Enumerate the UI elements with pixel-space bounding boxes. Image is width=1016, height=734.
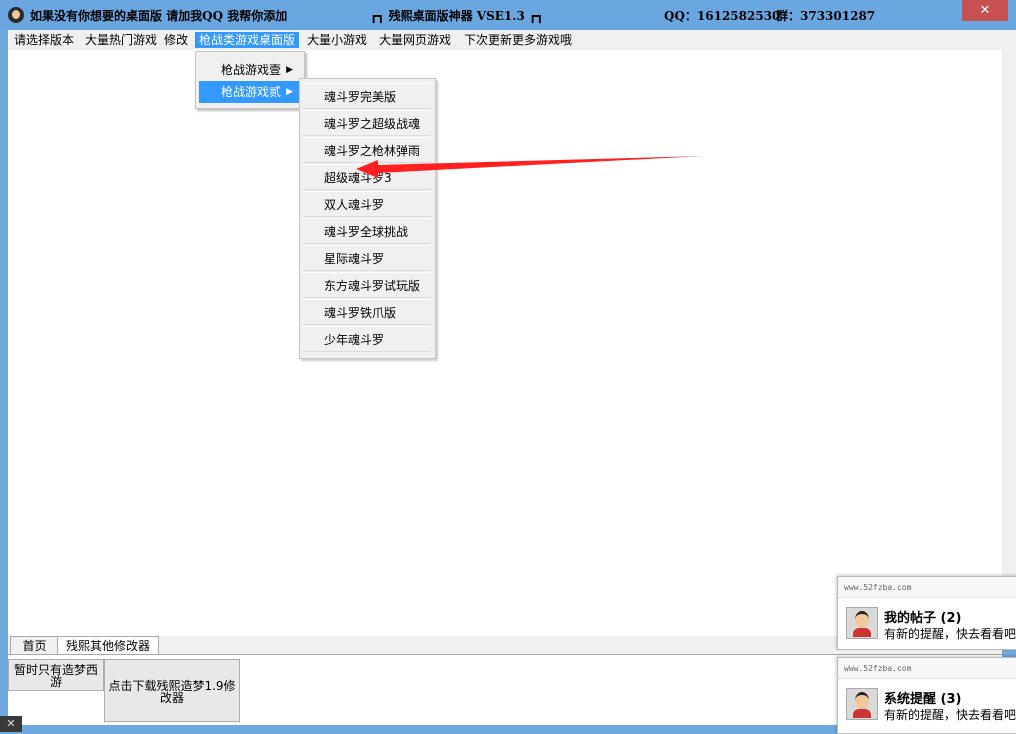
qq-number: QQ：1612582530 — [664, 9, 781, 23]
title-left: 如果没有你想要的桌面版 请加我QQ 我帮你添加 — [30, 9, 288, 23]
notification-my-posts[interactable]: www.52fzba.com 我的帖子 (2) 有新的提醒，快去看看吧 — [837, 576, 1016, 650]
tab-home[interactable]: 首页 — [10, 636, 59, 655]
menu-modify[interactable]: 修改 — [160, 32, 192, 48]
submenu-item[interactable]: 魂斗罗铁爪版 — [303, 299, 431, 325]
submenu-item[interactable]: 魂斗罗之超级战魂 — [303, 110, 431, 136]
app-avatar-icon — [8, 7, 24, 23]
submenu-item[interactable]: 魂斗罗全球挑战 — [303, 218, 431, 244]
avatar-icon — [846, 688, 878, 720]
menu-bar: 请选择版本 大量热门游戏 修改 枪战类游戏桌面版 大量小游戏 大量网页游戏 下次… — [8, 30, 1002, 50]
notification-site: www.52fzba.com — [838, 577, 1016, 598]
submenu-item[interactable]: 魂斗罗完美版 — [303, 83, 431, 109]
submenu-item[interactable]: 超级魂斗罗3 — [303, 164, 431, 190]
title-bar: 如果没有你想要的桌面版 请加我QQ 我帮你添加 ┏┓ 残熙桌面版神器 VSE1.… — [0, 0, 1016, 30]
menu-shooter-games[interactable]: 枪战类游戏桌面版 — [195, 32, 300, 48]
group-number: 群：373301287 — [776, 9, 876, 23]
taskbar-close-icon[interactable]: ✕ — [0, 716, 22, 732]
menu-web-games[interactable]: 大量网页游戏 — [375, 32, 455, 48]
submenu-item[interactable]: 魂斗罗之枪林弹雨 — [303, 137, 431, 163]
notification-body: 有新的提醒，快去看看吧 — [884, 627, 1016, 641]
submenu-item[interactable]: 少年魂斗罗 — [303, 326, 431, 352]
app-title: ┏┓ 残熙桌面版神器 VSE1.3 ┏┓ — [370, 9, 544, 23]
submenu-item[interactable]: 星际魂斗罗 — [303, 245, 431, 271]
right-frame — [1002, 30, 1016, 636]
dropdown-item-shooter-1[interactable]: 枪战游戏壹 ▶ — [199, 59, 301, 81]
notification-count: (3) — [940, 692, 962, 707]
notification-system[interactable]: www.52fzba.com 系统提醒 (3) 有新的提醒，快去看看吧 — [837, 657, 1016, 734]
submenu-item[interactable]: 东方魂斗罗试玩版 — [303, 272, 431, 298]
notification-count: (2) — [940, 611, 962, 626]
contra-submenu: 魂斗罗完美版 魂斗罗之超级战魂 魂斗罗之枪林弹雨 超级魂斗罗3 双人魂斗罗 魂斗… — [299, 78, 436, 359]
menu-select-version[interactable]: 请选择版本 — [10, 32, 78, 48]
avatar-icon — [846, 607, 878, 639]
tab-other-modifiers[interactable]: 残熙其他修改器 — [57, 636, 159, 655]
close-button[interactable]: ✕ — [962, 0, 1008, 21]
submenu-arrow-icon: ▶ — [286, 87, 293, 97]
notification-body: 有新的提醒，快去看看吧 — [884, 708, 1016, 722]
dropdown-item-label: 枪战游戏壹 — [221, 63, 282, 77]
download-modifier-button[interactable]: 点击下载残熙造梦1.9修改器 — [104, 659, 240, 722]
notification-title: 系统提醒 (3) — [884, 692, 962, 707]
menu-coming-soon[interactable]: 下次更新更多游戏哦 — [460, 32, 576, 48]
submenu-arrow-icon: ▶ — [286, 65, 293, 75]
main-content-area — [8, 50, 1002, 636]
dropdown-item-shooter-2[interactable]: 枪战游戏贰 ▶ — [199, 81, 301, 103]
menu-mini-games[interactable]: 大量小游戏 — [303, 32, 371, 48]
notification-title: 我的帖子 (2) — [884, 611, 962, 626]
shooter-dropdown-menu: 枪战游戏壹 ▶ 枪战游戏贰 ▶ — [195, 51, 305, 109]
dropdown-item-label: 枪战游戏贰 — [221, 85, 282, 99]
menu-hot-games[interactable]: 大量热门游戏 — [81, 32, 161, 48]
submenu-item[interactable]: 双人魂斗罗 — [303, 191, 431, 217]
only-zaomeng-button[interactable]: 暂时只有造梦西游 — [8, 659, 104, 691]
notification-site: www.52fzba.com — [838, 658, 1016, 679]
